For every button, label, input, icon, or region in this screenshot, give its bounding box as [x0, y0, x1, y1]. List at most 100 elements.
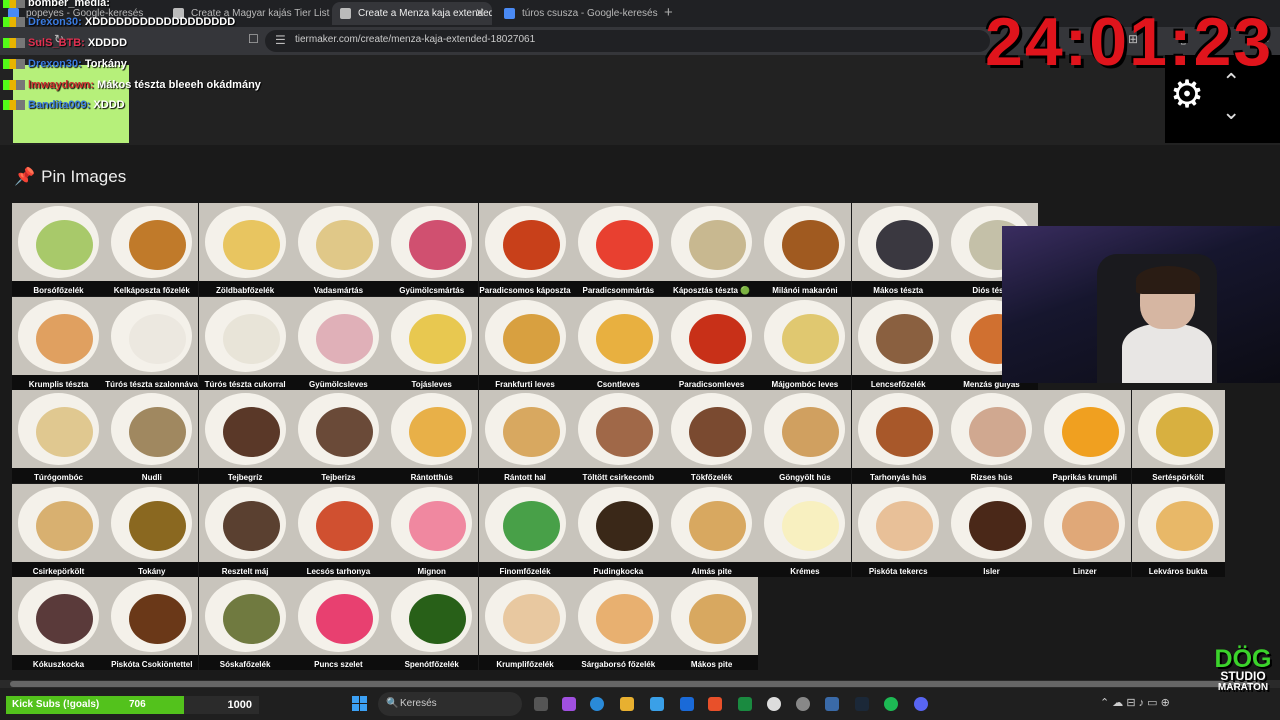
windows-start-icon[interactable]: [352, 696, 367, 711]
food-image-tile[interactable]: Csirkepörkölt: [12, 483, 105, 577]
discord-icon[interactable]: [914, 697, 928, 711]
horizontal-scrollbar[interactable]: [0, 680, 1280, 688]
url-text[interactable]: tiermaker.com/create/menza-kaja-extended…: [295, 34, 535, 45]
omnibox[interactable]: ☰ tiermaker.com/create/menza-kaja-extend…: [265, 30, 990, 52]
file-explorer-icon[interactable]: [620, 697, 634, 711]
food-image-tile[interactable]: Sertéspörkölt: [1131, 390, 1225, 483]
food-image-tile[interactable]: Mákos pite: [665, 577, 759, 670]
food-image-tile[interactable]: Tojásleves: [385, 296, 479, 390]
mail-icon[interactable]: [680, 697, 694, 711]
food-image-tile[interactable]: Lencsefőzelék: [851, 296, 945, 390]
scroll-thumb[interactable]: [10, 681, 1260, 687]
food-image-tile[interactable]: Borsófőzelék: [12, 203, 105, 296]
food-image-tile[interactable]: Túrógombóc: [12, 390, 105, 483]
food-image-tile[interactable]: Zöldbabfőzelék: [198, 203, 292, 296]
food-image-tile[interactable]: Rántotthús: [385, 390, 479, 483]
food-image-tile[interactable]: Gyümölcsleves: [291, 296, 385, 390]
food-image-tile[interactable]: Sárgaborsó főzelék: [571, 577, 665, 670]
food-image-tile[interactable]: Spenótfőzelék: [385, 577, 479, 670]
tab-favicon-icon: [504, 8, 515, 19]
store-icon[interactable]: [650, 697, 664, 711]
github-icon[interactable]: [796, 697, 810, 711]
food-image-tile[interactable]: Pudingkocka: [571, 483, 665, 577]
food-caption: Sóskafőzelék: [219, 660, 271, 669]
taskbar-search[interactable]: 🔍 Keresés: [378, 692, 522, 716]
food-image-tile[interactable]: Csontleves: [571, 296, 665, 390]
chat-message: bomber_media:: [3, 0, 110, 9]
food-image-tile[interactable]: Tokány: [105, 483, 199, 577]
food-image-tile[interactable]: Túrós tészta szalonnával: [105, 296, 199, 390]
food-photo: [851, 390, 945, 468]
excel-icon[interactable]: [738, 697, 752, 711]
food-caption: Linzer: [1073, 566, 1097, 576]
food-caption: Piskóta Csokiöntettel: [111, 660, 193, 669]
task-view-icon[interactable]: [534, 697, 548, 711]
food-image-tile[interactable]: Paradicsomos káposzta: [478, 203, 572, 296]
food-image-tile[interactable]: Isler: [945, 483, 1038, 577]
obs-icon[interactable]: [767, 697, 781, 711]
spotify-icon[interactable]: [884, 697, 898, 711]
food-image-tile[interactable]: Mignon: [385, 483, 479, 577]
edge-icon[interactable]: [590, 697, 604, 711]
food-image-tile[interactable]: Mákos tészta: [851, 203, 945, 296]
close-tab-icon[interactable]: ✕: [475, 2, 485, 25]
food-photo: [665, 390, 759, 468]
food-image-tile[interactable]: Almás pite: [665, 483, 759, 577]
settings-app-icon[interactable]: [825, 697, 839, 711]
food-photo: [478, 483, 572, 562]
food-photo: [1131, 390, 1225, 468]
taskbar-search-placeholder: Keresés: [400, 698, 437, 709]
food-image-tile[interactable]: Krémes: [758, 483, 852, 577]
food-image-tile[interactable]: Gyümölcsmártás: [385, 203, 479, 296]
food-image-tile[interactable]: Májgombóc leves: [758, 296, 852, 390]
food-image-tile[interactable]: Kelkáposzta főzelék: [105, 203, 199, 296]
site-info-icon[interactable]: ☰: [275, 33, 286, 47]
food-image-tile[interactable]: Tökfőzelék: [665, 390, 759, 483]
food-image-tile[interactable]: Paradicsomleves: [665, 296, 759, 390]
food-image-tile[interactable]: Kókuszkocka: [12, 577, 105, 670]
food-image-tile[interactable]: Tejberizs: [291, 390, 385, 483]
food-image-tile[interactable]: Finomfőzelék: [478, 483, 572, 577]
browser-tab[interactable]: Create a Menza kaja extended T ✕: [332, 2, 492, 25]
food-image-tile[interactable]: Göngyölt hús: [758, 390, 852, 483]
food-image-tile[interactable]: Milánói makaróni: [758, 203, 852, 296]
food-image-tile[interactable]: Paprikás krumpli: [1038, 390, 1132, 483]
food-image-tile[interactable]: Vadasmártás: [291, 203, 385, 296]
bookmark-icon[interactable]: ☐: [248, 32, 259, 46]
food-image-tile[interactable]: Krumplis tészta: [12, 296, 105, 390]
food-image-tile[interactable]: Rántott hal: [478, 390, 572, 483]
food-image-tile[interactable]: Káposztás tészta 🟢: [665, 203, 759, 296]
food-image-tile[interactable]: Lecsós tarhonya: [291, 483, 385, 577]
food-image-tile[interactable]: Túrós tészta cukorral: [198, 296, 292, 390]
food-image-tile[interactable]: Lekváros bukta: [1131, 483, 1225, 577]
food-image-tile[interactable]: Puncs szelet: [291, 577, 385, 670]
steam-icon[interactable]: [855, 697, 869, 711]
chat-badges-icon: [3, 38, 25, 49]
brave-icon[interactable]: [708, 697, 722, 711]
food-image-tile[interactable]: Sóskafőzelék: [198, 577, 292, 670]
food-image-tile[interactable]: Linzer: [1038, 483, 1132, 577]
food-image-tile[interactable]: Resztelt máj: [198, 483, 292, 577]
kick-subs-target: 1000: [184, 696, 259, 714]
food-image-tile[interactable]: Piskóta Csokiöntettel: [105, 577, 199, 670]
food-image-tile[interactable]: Frankfurti leves: [478, 296, 572, 390]
food-image-tile[interactable]: Tarhonyás hús: [851, 390, 945, 483]
system-tray[interactable]: ⌃ ☁ ⊟ ♪ ▭ ⊕: [1100, 696, 1170, 709]
food-image-tile[interactable]: Piskóta tekercs: [851, 483, 945, 577]
copilot-icon[interactable]: [562, 697, 576, 711]
chevron-down-icon[interactable]: ⌄: [1222, 97, 1240, 127]
food-caption: Milánói makaróni: [772, 286, 838, 295]
food-image-tile[interactable]: Tejbegríz: [198, 390, 292, 483]
food-photo: [105, 483, 199, 562]
food-image-tile[interactable]: Töltött csirkecomb: [571, 390, 665, 483]
new-tab-button[interactable]: +: [664, 4, 673, 21]
food-image-tile[interactable]: Nudli: [105, 390, 199, 483]
food-caption: Túrós tészta szalonnával: [105, 379, 199, 389]
food-image-tile[interactable]: Rizses hús: [945, 390, 1038, 483]
browser-tab[interactable]: túros csusza - Google-keresés: [496, 2, 661, 25]
food-photo: [291, 577, 385, 655]
food-image-tile[interactable]: Paradicsommártás: [571, 203, 665, 296]
food-image-tile[interactable]: Krumplifőzelék: [478, 577, 572, 670]
food-caption: Vadasmártás: [313, 286, 364, 295]
food-caption: Sárgaborsó főzelék: [581, 660, 656, 669]
